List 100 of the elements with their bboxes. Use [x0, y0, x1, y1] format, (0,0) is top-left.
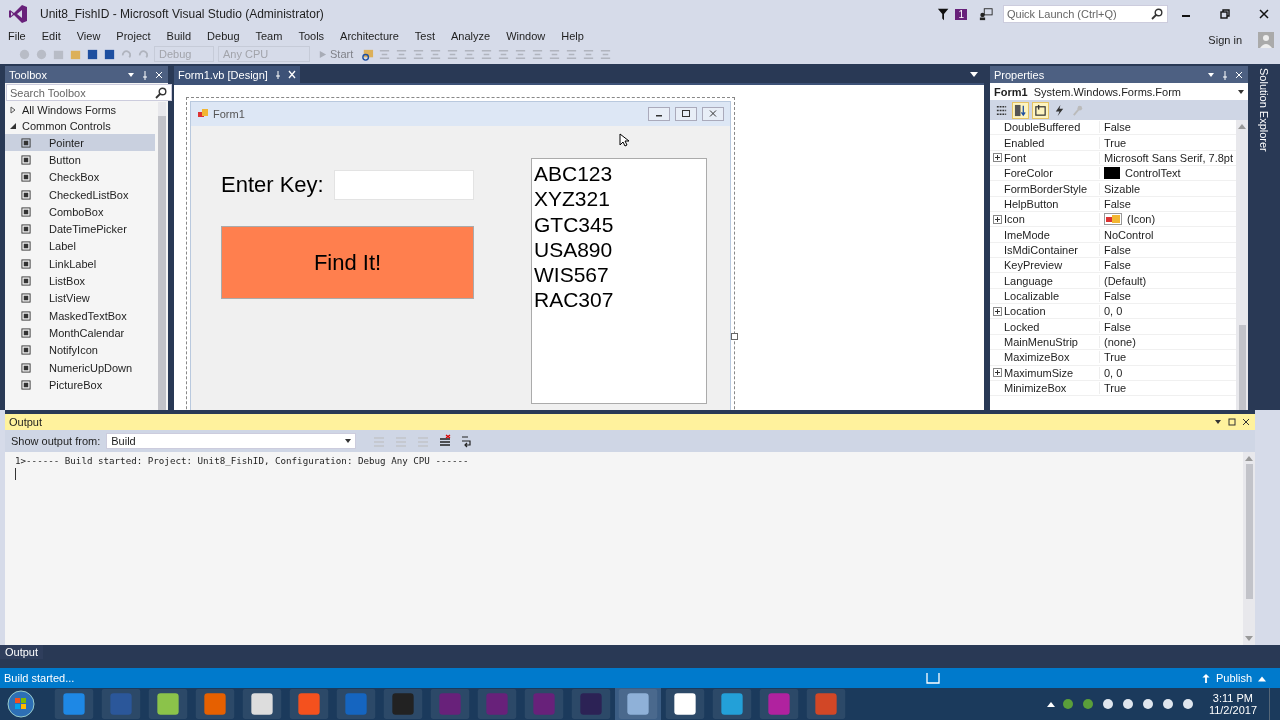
find-button[interactable]: Find It!	[221, 226, 474, 299]
property-value[interactable]: False	[1104, 197, 1131, 210]
menu-item[interactable]: Analyze	[451, 30, 491, 42]
object-selector[interactable]: Form1 System.Windows.Forms.Form	[990, 83, 1248, 100]
property-value[interactable]: False	[1104, 121, 1131, 134]
expand-icon[interactable]	[992, 153, 1002, 163]
toolbox-item[interactable]: PictureBox	[5, 376, 155, 394]
tray-icon[interactable]	[1140, 697, 1155, 711]
expand-icon[interactable]	[9, 122, 17, 130]
menu-item[interactable]: Build	[166, 30, 192, 42]
dropdown-icon[interactable]	[970, 71, 978, 78]
sort-icon[interactable]	[1012, 101, 1029, 119]
user-avatar-icon[interactable]	[1258, 32, 1274, 48]
tray-icon[interactable]	[1120, 697, 1135, 711]
property-value[interactable]: (Icon)	[1127, 213, 1156, 226]
toolbox-item[interactable]: Button	[5, 151, 155, 169]
expand-icon[interactable]	[992, 214, 1002, 224]
scrollbar[interactable]	[1243, 452, 1255, 645]
scrollbar[interactable]	[1236, 120, 1248, 410]
scroll-thumb[interactable]	[1238, 325, 1246, 410]
property-value[interactable]: 0, 0	[1104, 366, 1123, 379]
notification-badge[interactable]: 1	[955, 8, 967, 20]
property-value[interactable]: Microsoft Sans Serif, 7.8pt	[1104, 151, 1233, 164]
property-value[interactable]: True	[1104, 136, 1127, 149]
resize-handle[interactable]	[731, 333, 738, 340]
list-item[interactable]: WIS567	[534, 262, 704, 288]
show-hidden-icons[interactable]	[1046, 701, 1055, 707]
menu-item[interactable]: Test	[414, 30, 435, 42]
tray-icon[interactable]	[1160, 697, 1175, 711]
property-value[interactable]: ControlText	[1125, 167, 1181, 180]
toolbox-item[interactable]: LinkLabel	[5, 255, 155, 273]
pin-icon[interactable]	[273, 69, 282, 80]
expand-icon[interactable]	[9, 106, 17, 114]
tray-icon[interactable]	[1180, 697, 1195, 711]
quick-launch-field[interactable]: Quick Launch (Ctrl+Q)	[1003, 5, 1168, 23]
expand-icon[interactable]	[992, 368, 1002, 378]
toolbox-item[interactable]: ListBox	[5, 272, 155, 290]
property-value[interactable]: Sizable	[1104, 182, 1141, 195]
pin-icon[interactable]	[1220, 69, 1230, 80]
list-item[interactable]: ABC123	[534, 161, 704, 187]
scroll-down-icon[interactable]	[1245, 636, 1253, 641]
tray-icon[interactable]	[1100, 697, 1115, 711]
property-value[interactable]: False	[1104, 259, 1131, 272]
toolbox-item[interactable]: Pointer	[5, 134, 155, 152]
toolbox-item[interactable]: CheckBox	[5, 168, 155, 186]
close-icon[interactable]	[154, 69, 164, 80]
property-value[interactable]: False	[1104, 320, 1131, 333]
toolbox-item[interactable]: CheckedListBox	[5, 185, 155, 204]
feedback-icon[interactable]	[979, 7, 993, 21]
maximize-icon[interactable]	[675, 107, 697, 121]
toolbox-group[interactable]: Common Controls	[5, 118, 155, 134]
scroll-up-icon[interactable]	[1245, 456, 1253, 461]
property-value[interactable]: 0, 0	[1104, 305, 1123, 318]
menu-item[interactable]: View	[76, 30, 101, 42]
scroll-up-icon[interactable]	[1238, 124, 1246, 129]
maximize-icon[interactable]	[1227, 417, 1237, 427]
key-list-box[interactable]: ABC123 XYZ321 GTC345 USA890 WIS567 RAC307	[531, 158, 707, 404]
clock-date[interactable]: 11/2/2017	[1208, 704, 1257, 716]
properties-icon[interactable]	[1032, 101, 1049, 119]
dropdown-arrow-icon[interactable]	[345, 439, 352, 443]
clock-time[interactable]: 3:11 PM	[1212, 692, 1253, 704]
toolbox-item[interactable]: NumericUpDown	[5, 358, 155, 377]
save-all-icon[interactable]	[103, 47, 116, 61]
property-value[interactable]: True	[1104, 351, 1127, 364]
key-input-field[interactable]	[333, 170, 474, 200]
list-item[interactable]: RAC307	[534, 287, 704, 313]
menu-item[interactable]: Window	[506, 30, 546, 42]
menu-item[interactable]: Team	[255, 30, 283, 42]
document-tab[interactable]: Form1.vb [Design]	[174, 66, 300, 83]
menu-item[interactable]: Architecture	[340, 30, 399, 42]
sign-in-link[interactable]: Sign in	[1208, 34, 1242, 46]
property-value[interactable]: False	[1104, 289, 1131, 302]
output-source-dropdown[interactable]: Build	[106, 433, 357, 449]
property-value[interactable]: (none)	[1104, 336, 1136, 348]
toolbox-item[interactable]: DateTimePicker	[5, 220, 155, 238]
list-item[interactable]: XYZ321	[534, 186, 704, 212]
toolbox-item[interactable]: MonthCalendar	[5, 324, 155, 342]
menu-item[interactable]: Edit	[41, 30, 61, 42]
expand-icon[interactable]	[992, 306, 1002, 316]
solution-explorer-tab[interactable]: Solution Explorer	[1258, 68, 1270, 152]
property-value[interactable]: True	[1104, 382, 1127, 394]
find-icon[interactable]	[361, 47, 375, 61]
scroll-thumb[interactable]	[1245, 464, 1253, 599]
toolbox-item[interactable]: ListView	[5, 289, 155, 307]
property-value[interactable]: False	[1104, 243, 1131, 256]
toolbox-item[interactable]: NotifyIcon	[5, 341, 155, 359]
dropdown-arrow-icon[interactable]	[1238, 89, 1244, 94]
notification-icon[interactable]	[925, 672, 940, 684]
list-item[interactable]: GTC345	[534, 211, 704, 237]
property-value[interactable]: (Default)	[1104, 274, 1147, 287]
menu-item[interactable]: Debug	[207, 30, 240, 42]
list-item[interactable]: USA890	[534, 236, 704, 263]
pin-icon[interactable]	[140, 69, 150, 80]
start-button[interactable]	[6, 689, 36, 719]
menu-item[interactable]: Tools	[298, 30, 325, 42]
publish-button[interactable]: Publish	[1201, 672, 1266, 684]
property-value[interactable]: NoControl	[1104, 228, 1154, 241]
menu-item[interactable]: File	[8, 30, 26, 42]
close-icon[interactable]	[1234, 69, 1244, 80]
toolbox-item[interactable]: Label	[5, 237, 155, 256]
